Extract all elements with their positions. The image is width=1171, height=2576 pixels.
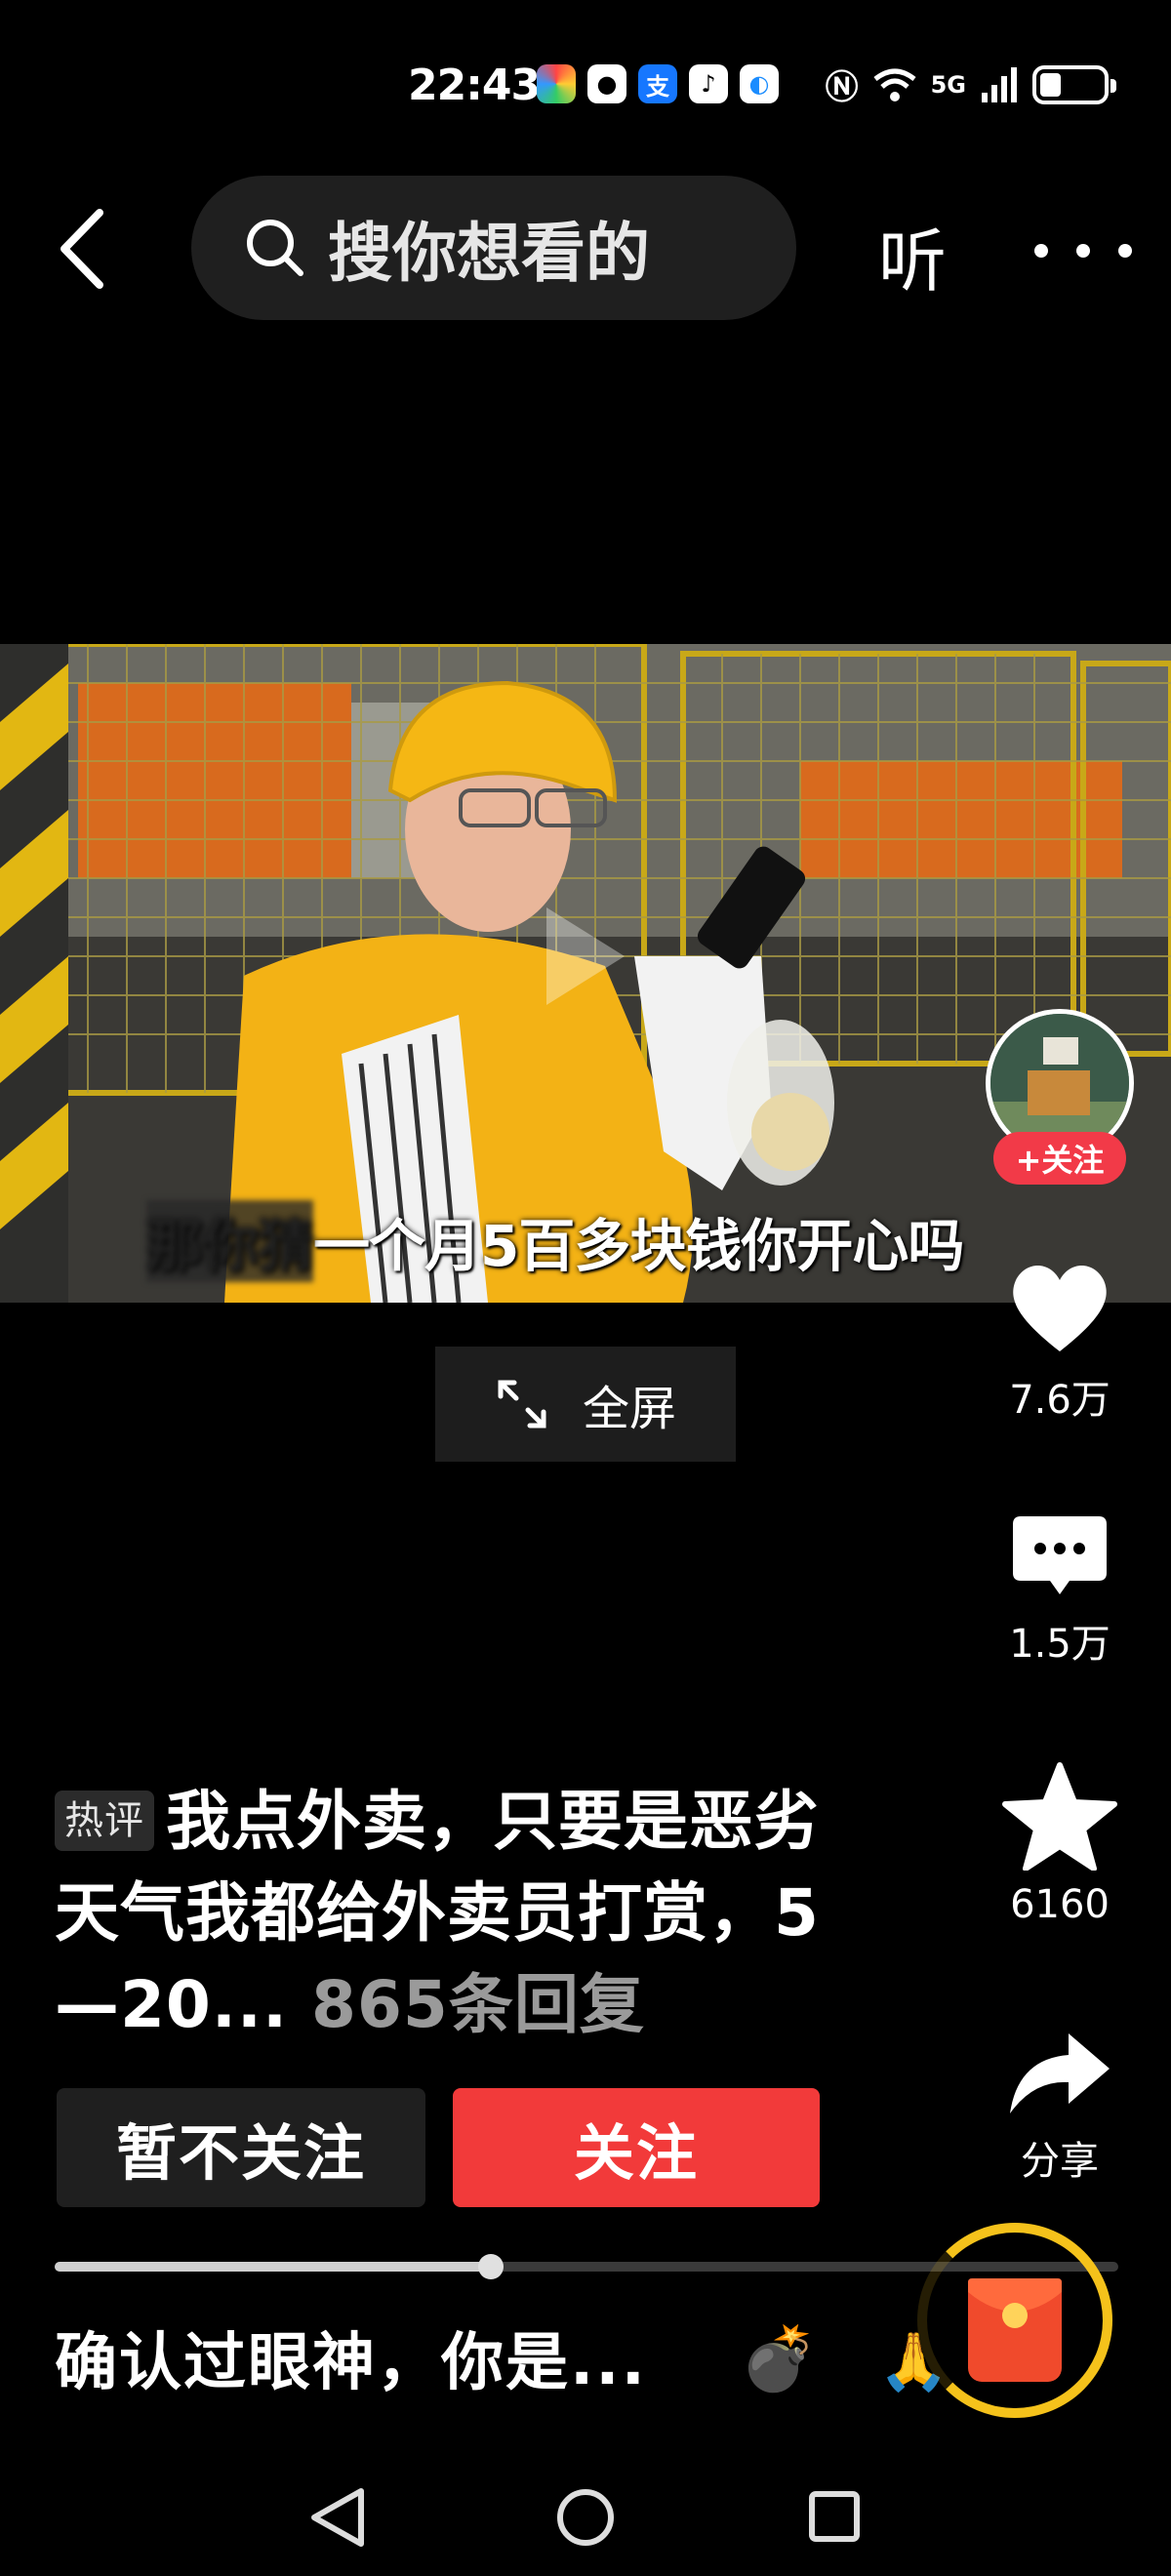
more-dot	[1118, 244, 1132, 258]
red-packet-icon[interactable]	[964, 2269, 1066, 2386]
progress-fill	[55, 2262, 491, 2272]
browser-icon: ◐	[740, 64, 779, 103]
progress-thumb[interactable]	[477, 2254, 504, 2279]
like-button[interactable]: 7.6万	[982, 1259, 1138, 1425]
nav-back-icon[interactable]	[311, 2488, 364, 2547]
more-options-button[interactable]	[1034, 207, 1132, 295]
follow-author-button[interactable]: +关注	[993, 1132, 1126, 1185]
nav-recents-icon[interactable]	[809, 2491, 860, 2542]
favorite-button[interactable]: 6160	[982, 1761, 1138, 1927]
follow-button[interactable]: 关注	[453, 2088, 820, 2207]
heart-icon	[1013, 1266, 1107, 1351]
like-count: 7.6万	[1009, 1378, 1110, 1423]
subtitle-redacted: 那你猜	[146, 1200, 314, 1282]
more-dot	[1034, 244, 1048, 258]
video-subtitle: 那你猜一个月5百多块钱你开心吗	[146, 1200, 964, 1282]
search-placeholder: 搜你想看的	[328, 216, 650, 291]
system-icons: Ⓝ 5G	[825, 60, 1116, 108]
search-icon	[247, 220, 303, 276]
notification-icons: ● 支 ♪ ◐	[537, 64, 779, 103]
star-icon	[1002, 1762, 1117, 1872]
bomb-emoji-icon[interactable]: 💣	[740, 2322, 818, 2395]
signal-icon	[982, 66, 1017, 102]
hot-comment[interactable]: 热评 我点外卖，只要是恶劣天气我都给外卖员打赏，5—20... 865条回复	[55, 1776, 855, 2051]
share-label: 分享	[1021, 2139, 1099, 2184]
nav-home-icon[interactable]	[557, 2489, 614, 2546]
search-input[interactable]: 搜你想看的	[191, 176, 796, 320]
fullscreen-button[interactable]: 全屏	[435, 1347, 736, 1462]
status-bar: 22:43 ● 支 ♪ ◐ Ⓝ 5G	[0, 0, 1171, 166]
dismiss-follow-button[interactable]: 暂不关注	[57, 2088, 425, 2207]
listen-button[interactable]: 听	[878, 207, 947, 305]
reply-count[interactable]: 865条回复	[311, 1967, 645, 2042]
tiktok-icon: ♪	[689, 64, 728, 103]
colorful-app-icon	[537, 64, 576, 103]
system-nav-bar	[311, 2488, 860, 2547]
hot-comment-tag: 热评	[55, 1791, 154, 1851]
comment-button[interactable]: 1.5万	[982, 1512, 1138, 1669]
network-type: 5G	[930, 70, 966, 99]
qq-icon: ●	[587, 64, 626, 103]
alipay-icon: 支	[638, 64, 677, 103]
share-button[interactable]: 分享	[982, 2030, 1138, 2186]
comment-icon	[1013, 1516, 1107, 1594]
back-icon[interactable]	[51, 205, 119, 293]
status-time: 22:43	[408, 60, 541, 110]
comment-count: 1.5万	[1009, 1622, 1110, 1667]
share-icon	[1010, 2033, 1110, 2113]
battery-icon	[1032, 64, 1116, 104]
favorite-count: 6160	[1010, 1882, 1110, 1927]
fullscreen-label: 全屏	[582, 1382, 676, 1436]
expand-icon	[498, 1380, 546, 1429]
nfc-icon: Ⓝ	[825, 68, 859, 107]
comment-input[interactable]: 确认过眼神，你是...	[55, 2313, 647, 2402]
subtitle-text: 一个月5百多块钱你开心吗	[313, 1213, 964, 1279]
more-dot	[1076, 244, 1090, 258]
wifi-icon	[873, 68, 916, 101]
